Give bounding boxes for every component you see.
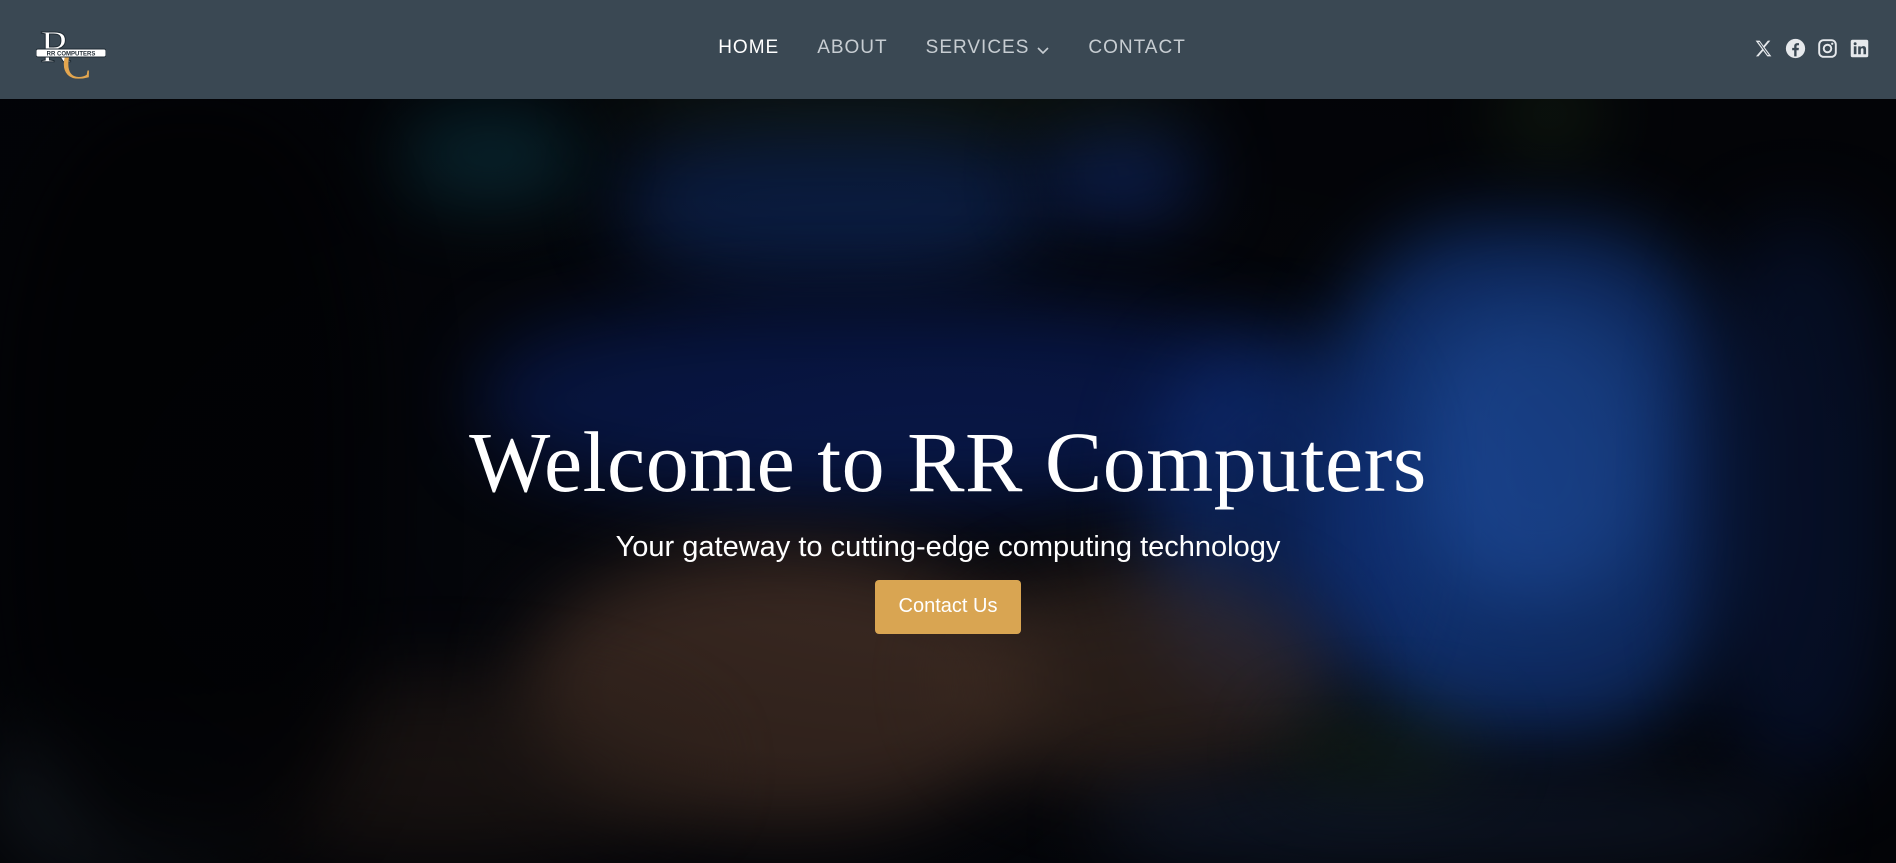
facebook-icon[interactable] — [1785, 38, 1806, 59]
site-header: R C RR COMPUTERS HOME ABOUT SERVICES CON… — [0, 0, 1896, 99]
nav-about[interactable]: ABOUT — [817, 37, 887, 59]
hero-title: Welcome to RR Computers — [469, 414, 1427, 510]
chevron-down-icon — [1036, 41, 1050, 55]
hero-content: Welcome to RR Computers Your gateway to … — [0, 419, 1896, 634]
hero-section: Welcome to RR Computers Your gateway to … — [0, 99, 1896, 863]
main-nav: HOME ABOUT SERVICES CONTACT — [0, 0, 1896, 96]
hero-subtitle: Your gateway to cutting-edge computing t… — [615, 531, 1281, 563]
nav-home[interactable]: HOME — [718, 37, 779, 59]
nav-contact[interactable]: CONTACT — [1088, 37, 1185, 59]
nav-services-label: SERVICES — [925, 37, 1030, 58]
x-icon[interactable] — [1753, 38, 1774, 59]
linkedin-icon[interactable] — [1849, 38, 1870, 59]
nav-services[interactable]: SERVICES — [926, 37, 1051, 59]
contact-us-button[interactable]: Contact Us — [874, 580, 1022, 634]
social-links — [1753, 37, 1870, 59]
instagram-icon[interactable] — [1817, 38, 1838, 59]
